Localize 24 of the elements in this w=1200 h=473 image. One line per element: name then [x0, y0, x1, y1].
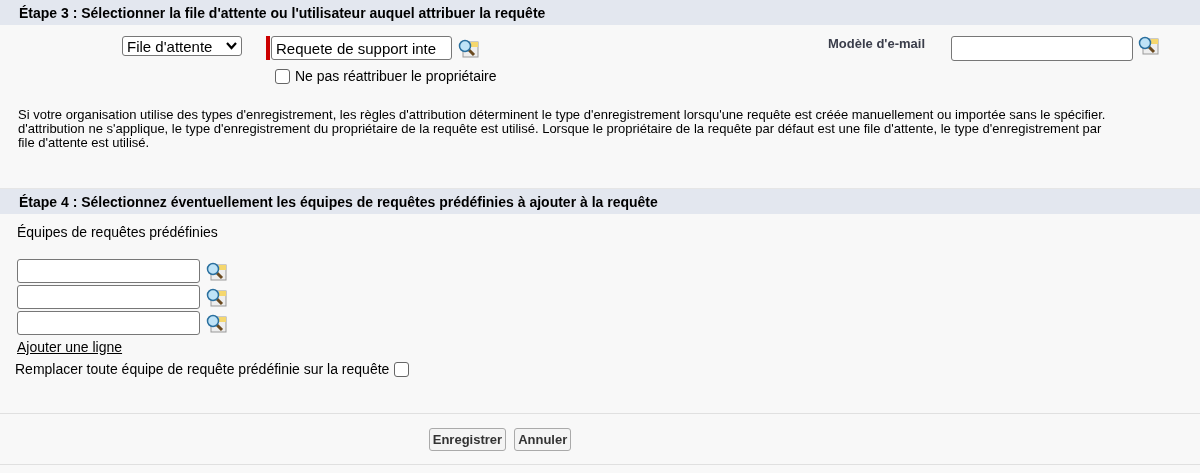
search-icon[interactable]	[1138, 36, 1159, 55]
owner-type-dropdown[interactable]: File d'attente	[122, 36, 242, 56]
info-paragraph: Si votre organisation utilise des types d'enregistrement, les règles d'attribution déterminent le type d'enregistrement lorsqu'une requête est créée manuellement ou importée sans le spécifier. d'attribution ne s'applique, le type d'enregistrement du propriétaire de la requête est utilisé. Lorsque le propriétaire de la requête par défaut est une file d'attente, le type d'enregistrement par file d'attente est utilisé.	[18, 108, 1107, 150]
checkbox-label: Remplacer toute équipe de requête prédéfinie sur la requête	[15, 361, 390, 377]
team-field[interactable]	[17, 311, 200, 335]
add-row-link[interactable]: Ajouter une ligne	[17, 339, 123, 355]
search-icon[interactable]	[206, 261, 227, 281]
checkbox[interactable]	[275, 68, 290, 84]
field-label: Équipes de requêtes prédéfinies	[17, 224, 218, 240]
email-template-field[interactable]	[951, 36, 1133, 61]
search-icon[interactable]	[206, 287, 227, 307]
team-field[interactable]	[17, 285, 200, 309]
section-header: Étape 4 : Sélectionnez éventuellement les équipes de requêtes prédéfinies à ajouter à la requête	[0, 189, 1200, 214]
checkbox-label: Ne pas réattribuer le propriétaire	[295, 68, 497, 84]
section-header: Étape 3 : Sélectionner la file d'attente ou l'utilisateur auquel attribuer la requête	[0, 0, 1200, 25]
save-button[interactable]: Enregistrer	[428, 427, 507, 451]
search-icon[interactable]	[206, 313, 227, 333]
cancel-button[interactable]: Annuler	[514, 427, 572, 451]
checkbox[interactable]	[394, 361, 410, 377]
field-label: Modèle d'e-mail	[828, 36, 925, 53]
chevron-down-icon	[226, 42, 237, 50]
owner-field[interactable]: Requete de support inte	[271, 36, 452, 60]
team-field[interactable]	[17, 259, 200, 283]
search-icon[interactable]	[458, 38, 479, 58]
